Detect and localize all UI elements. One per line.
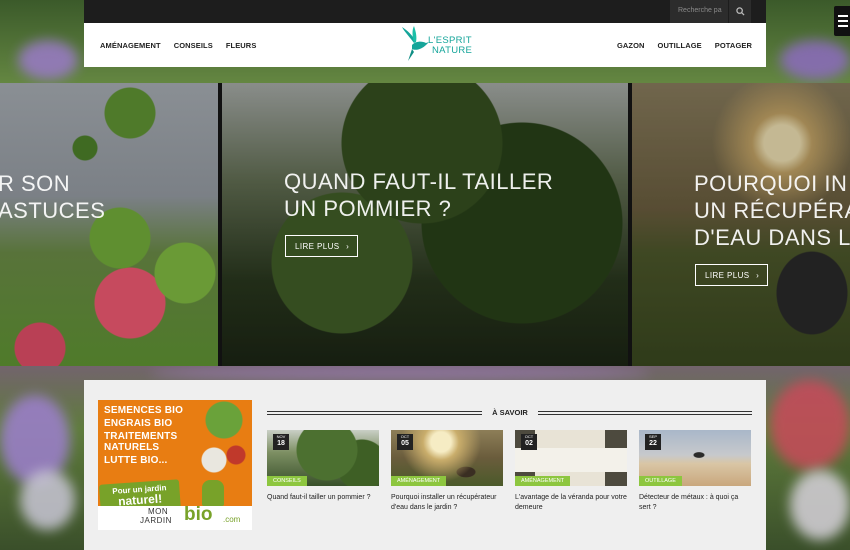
slide-3-title-line-3: D'EAU DANS L	[694, 225, 850, 250]
article-title[interactable]: Quand faut-il tailler un pommier ?	[267, 493, 379, 503]
slide-1-title: R SON ASTUCES	[0, 170, 105, 224]
ad-brand-mon-text: MON	[148, 507, 169, 516]
article-title[interactable]: Pourquoi installer un récupérateur d'eau…	[391, 493, 503, 513]
nav-item-fleurs[interactable]: FLEURS	[226, 41, 257, 50]
garden-hedge-photo	[0, 83, 218, 366]
featured-slider: R SON ASTUCES QUAND FAUT-IL TAILLER UN P…	[0, 83, 850, 366]
heading-rule-left	[267, 411, 482, 415]
article-card[interactable]: OCT 05 AMÉNAGEMENT Pourquoi installer un…	[391, 430, 503, 513]
search-button[interactable]	[728, 0, 751, 23]
gardener-icon	[202, 480, 224, 506]
slide-2-title-line-1: QUAND FAUT-IL TAILLER	[284, 169, 554, 194]
logo-text: L'ESPRIT NATURE	[428, 36, 472, 56]
background-flower	[790, 470, 850, 540]
ad-line-5: LUTTE BIO...	[104, 455, 168, 466]
ad-brand-com: .com	[223, 515, 241, 524]
hummingbird-icon	[402, 26, 429, 61]
date-day: 05	[401, 440, 409, 447]
chevron-right-icon: ›	[756, 271, 760, 280]
date-badge: NOV 18	[273, 434, 289, 450]
slide-2-title: QUAND FAUT-IL TAILLER UN POMMIER ?	[284, 168, 553, 222]
article-thumbnail: SEP 22 OUTILLAGE	[639, 430, 751, 486]
ad-banner[interactable]: SEMENCES BIO ENGRAIS BIO TRAITEMENTS NAT…	[98, 400, 252, 530]
nav-item-amenagement[interactable]: AMÉNAGEMENT	[100, 41, 161, 50]
date-badge: OCT 02	[521, 434, 537, 450]
category-tag[interactable]: CONSEILS	[267, 476, 307, 486]
content-area: SEMENCES BIO ENGRAIS BIO TRAITEMENTS NAT…	[84, 380, 766, 550]
slide-2-read-more-button[interactable]: LIRE PLUS ›	[285, 235, 359, 257]
logo-line-2: NATURE	[432, 45, 473, 56]
nav-right: GAZON OUTILLAGE POTAGER	[604, 23, 752, 67]
ad-vegetables-image	[194, 400, 252, 480]
slide-2-overlay	[222, 83, 628, 366]
background-flower	[150, 365, 650, 381]
nav-item-potager[interactable]: POTAGER	[715, 41, 752, 50]
slide-1-title-line-2: ASTUCES	[0, 198, 106, 223]
section-heading: À SAVOIR	[267, 408, 752, 418]
ad-line-2: ENGRAIS BIO	[104, 418, 173, 429]
slide-3-read-more-button[interactable]: LIRE PLUS ›	[695, 264, 769, 286]
date-day: 22	[649, 440, 657, 447]
slide-3[interactable]: POURQUOI IN UN RÉCUPÉRA D'EAU DANS L LIR…	[632, 83, 850, 366]
article-thumbnail: OCT 02 AMÉNAGEMENT	[515, 430, 627, 486]
slide-2-title-line-2: UN POMMIER ?	[284, 196, 452, 221]
ad-brand-jardin-text: JARDIN	[140, 516, 172, 525]
read-more-label: LIRE PLUS	[705, 271, 750, 280]
site-logo[interactable]: L'ESPRIT NATURE	[400, 25, 480, 65]
heading-rule-right	[538, 411, 752, 415]
article-card[interactable]: SEP 22 OUTILLAGE Détecteur de métaux : à…	[639, 430, 751, 513]
date-badge: SEP 22	[645, 434, 661, 450]
slide-3-title: POURQUOI IN UN RÉCUPÉRA D'EAU DANS L	[694, 170, 850, 251]
background-flower	[18, 40, 78, 80]
background-flower	[20, 470, 75, 530]
read-more-label: LIRE PLUS	[295, 242, 340, 251]
nav-item-gazon[interactable]: GAZON	[617, 41, 645, 50]
ad-brand: MON JARDIN bio .com	[98, 504, 252, 530]
search-icon	[736, 7, 745, 16]
date-day: 18	[277, 440, 285, 447]
article-card[interactable]: NOV 18 CONSEILS Quand faut-il tailler un…	[267, 430, 379, 503]
ad-line-4: NATURELS	[104, 442, 160, 453]
slide-2[interactable]: QUAND FAUT-IL TAILLER UN POMMIER ? LIRE …	[222, 83, 628, 366]
site-header: AMÉNAGEMENT CONSEILS FLEURS L'ESPRIT NAT…	[84, 23, 766, 67]
ad-line-3: TRAITEMENTS	[104, 431, 178, 442]
category-tag[interactable]: AMÉNAGEMENT	[515, 476, 571, 486]
chevron-right-icon: ›	[346, 242, 350, 251]
ad-brand-bio: bio	[184, 504, 213, 525]
slide-3-title-line-1: POURQUOI IN	[694, 171, 848, 196]
slide-1[interactable]: R SON ASTUCES	[0, 83, 218, 366]
article-title[interactable]: L'avantage de la véranda pour votre deme…	[515, 493, 627, 513]
date-day: 02	[525, 440, 533, 447]
category-tag[interactable]: AMÉNAGEMENT	[391, 476, 447, 486]
background-flower	[780, 40, 850, 80]
search-input[interactable]: Recherche pa	[670, 0, 728, 23]
background-flower	[770, 380, 850, 470]
nav-item-outillage[interactable]: OUTILLAGE	[658, 41, 702, 50]
article-thumbnail: OCT 05 AMÉNAGEMENT	[391, 430, 503, 486]
category-tag[interactable]: OUTILLAGE	[639, 476, 682, 486]
article-title[interactable]: Détecteur de métaux : à quoi ça sert ?	[639, 493, 751, 513]
background-flower	[0, 395, 70, 485]
article-card[interactable]: OCT 02 AMÉNAGEMENT L'avantage de la véra…	[515, 430, 627, 513]
slide-3-title-line-2: UN RÉCUPÉRA	[694, 198, 850, 223]
date-badge: OCT 05	[397, 434, 413, 450]
top-bar: Recherche pa	[84, 0, 766, 23]
ad-line-1: SEMENCES BIO	[104, 405, 184, 416]
nav-item-conseils[interactable]: CONSEILS	[174, 41, 213, 50]
hamburger-menu-icon[interactable]	[834, 6, 850, 36]
nav-left: AMÉNAGEMENT CONSEILS FLEURS	[100, 23, 269, 67]
ad-brand-mon: MON JARDIN	[140, 507, 172, 525]
slide-1-title-line-1: R SON	[0, 171, 71, 196]
article-thumbnail: NOV 18 CONSEILS	[267, 430, 379, 486]
section-title: À SAVOIR	[492, 408, 528, 417]
